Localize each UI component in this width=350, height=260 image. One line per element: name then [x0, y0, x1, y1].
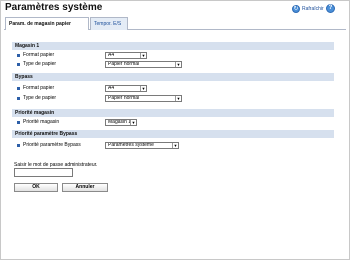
tab-io-timeout[interactable]: Tempor. E/S — [90, 17, 128, 30]
refresh-label[interactable]: Rafraîchir — [302, 6, 324, 12]
tray-priority-value: Magasin 1 — [108, 120, 130, 125]
refresh-button[interactable]: ↻ Rafraîchir — [292, 5, 324, 13]
tray1-paper-type-select[interactable]: Papier normal ▼ — [105, 61, 182, 68]
bypass-paper-type-label: Type de papier — [23, 95, 57, 101]
bypass-paper-type-value: Papier normal — [108, 96, 140, 101]
tray1-paper-type-label: Type de papier — [23, 61, 57, 67]
tray1-paper-size-value: A4 — [108, 53, 115, 58]
section-header-tray1: Magasin 1 — [12, 42, 334, 50]
bullet-icon — [17, 86, 20, 90]
tab-bar: Param. de magasin papier Tempor. E/S — [4, 17, 346, 30]
tray1-paper-size-select[interactable]: A4 ▼ — [105, 52, 147, 59]
bypass-paper-type-select[interactable]: Papier normal ▼ — [105, 95, 182, 102]
chevron-down-icon[interactable]: ▼ — [175, 62, 181, 67]
chevron-down-icon[interactable]: ▼ — [140, 86, 146, 91]
tray-priority-label: Priorité magasin — [23, 119, 60, 125]
row-tray1-paper-type: Type de papier — [17, 60, 107, 68]
bypass-paper-size-value: A4 — [108, 86, 115, 91]
bypass-priority-select[interactable]: Paramètres système ▼ — [105, 142, 179, 149]
row-tray1-paper-size: Format papier — [17, 51, 107, 59]
chevron-down-icon[interactable]: ▼ — [172, 143, 178, 148]
tab-paper-tray-settings[interactable]: Param. de magasin papier — [5, 17, 89, 30]
help-icon[interactable]: ? — [326, 4, 335, 13]
bypass-paper-size-label: Format papier — [23, 85, 55, 91]
row-bypass-paper-type: Type de papier — [17, 94, 107, 102]
refresh-icon[interactable]: ↻ — [292, 5, 300, 13]
chevron-down-icon[interactable]: ▼ — [140, 53, 146, 58]
bypass-priority-label: Priorité paramètre Bypass — [23, 142, 81, 148]
section-header-bypass-priority: Priorité paramètre Bypass — [12, 130, 334, 138]
bullet-icon — [17, 120, 20, 124]
section-header-bypass: Bypass — [12, 73, 334, 81]
bullet-icon — [17, 62, 20, 66]
bypass-paper-size-select[interactable]: A4 ▼ — [105, 85, 147, 92]
bypass-priority-value: Paramètres système — [108, 143, 154, 148]
bullet-icon — [17, 143, 20, 147]
chevron-down-icon[interactable]: ▼ — [130, 120, 136, 125]
tray1-paper-size-label: Format papier — [23, 52, 55, 58]
row-bypass-priority: Priorité paramètre Bypass — [17, 141, 107, 149]
bullet-icon — [17, 53, 20, 57]
row-bypass-paper-size: Format papier — [17, 84, 107, 92]
admin-password-input[interactable] — [14, 168, 73, 177]
chevron-down-icon[interactable]: ▼ — [175, 96, 181, 101]
bullet-icon — [17, 96, 20, 100]
page-title: Paramètres système — [5, 2, 103, 13]
tray-priority-select[interactable]: Magasin 1 ▼ — [105, 119, 137, 126]
row-tray-priority: Priorité magasin — [17, 118, 107, 126]
tray1-paper-type-value: Papier normal — [108, 62, 140, 67]
section-header-tray-priority: Priorité magasin — [12, 109, 334, 117]
ok-button[interactable]: OK — [14, 183, 58, 192]
cancel-button[interactable]: Annuler — [62, 183, 108, 192]
